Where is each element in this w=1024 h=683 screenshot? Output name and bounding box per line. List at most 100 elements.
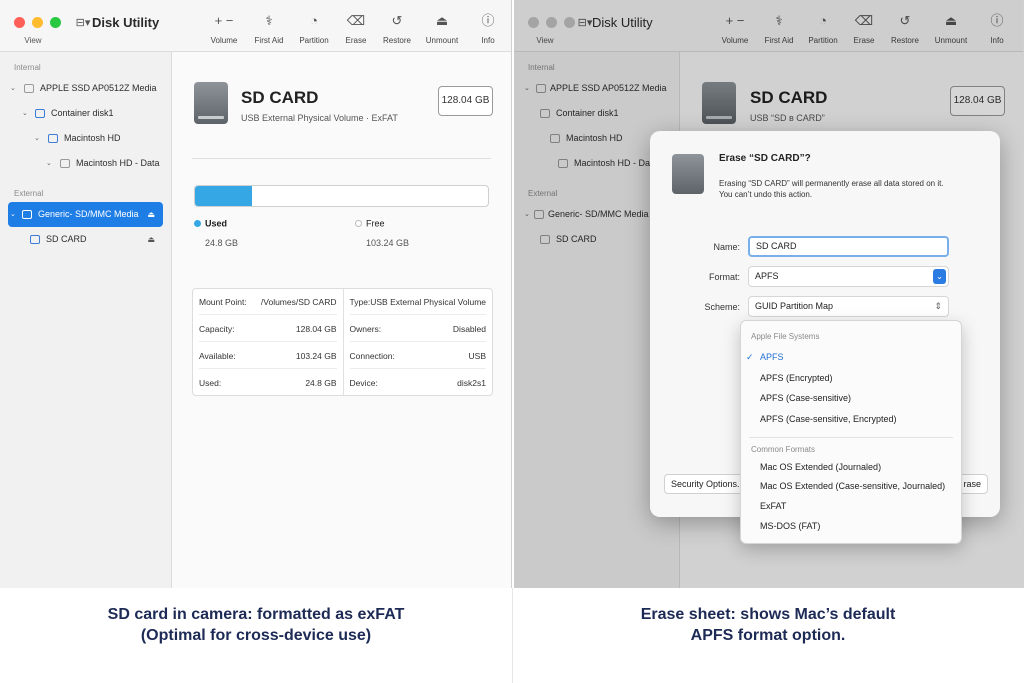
format-label: Format: [708, 272, 740, 282]
chevron-down-icon[interactable]: ⌄ [46, 151, 52, 176]
menu-item-mac-os-extended-case-sensitive[interactable]: Mac OS Extended (Case-sensitive, Journal… [760, 481, 945, 491]
chevron-down-icon[interactable]: ⌄ [10, 76, 16, 101]
unmount-button[interactable]: ⏏ Unmount [418, 12, 466, 45]
sd-card-disk-icon [672, 154, 704, 194]
usage-bar-used-fill [195, 186, 252, 206]
menu-separator [749, 437, 953, 438]
container-icon [540, 109, 550, 118]
sidebar-item-generic-sd[interactable]: ⌄ Generic- SD/MMC Media ⏏ [8, 202, 163, 227]
format-dropdown-menu: Apple File Systems ✓ APFS APFS (Encrypte… [740, 320, 962, 544]
info-row: Connection: USB [349, 343, 486, 369]
view-label: View [536, 36, 554, 45]
menu-item-apfs[interactable]: APFS [760, 352, 784, 362]
info-row: Capacity: 128.04 GB [199, 316, 337, 342]
info-row: Mount Point:/Volumes/SD CARD [199, 289, 337, 315]
chevron-down-icon[interactable]: ⌄ [10, 202, 16, 227]
format-popup[interactable]: APFS ⌄ [748, 266, 949, 287]
caption-right: Erase sheet: shows Mac’s default APFS fo… [512, 604, 1024, 646]
stethoscope-icon: ⚕ [265, 13, 273, 28]
partition-button[interactable]: ◔ Partition [292, 12, 336, 45]
minimize-window-button[interactable] [546, 17, 557, 28]
usage-bar [194, 185, 489, 207]
menu-item-apfs-case-sensitive-encrypted[interactable]: APFS (Case-sensitive, Encrypted) [760, 414, 897, 424]
disk-utility-window-left: ⊟▾ View Disk Utility + − Volume ⚕ First … [0, 0, 512, 588]
scheme-popup[interactable]: GUID Partition Map ⇕ [748, 296, 949, 317]
used-dot-icon [194, 220, 201, 228]
sidebar-item-macintosh-hd-data[interactable]: ⌄ Macintosh HD - Data [0, 151, 171, 176]
traffic-lights [14, 17, 61, 28]
checkmark-icon: ✓ [746, 352, 754, 362]
volume-icon [550, 134, 560, 143]
view-label: View [24, 36, 42, 45]
container-icon [35, 109, 45, 118]
erase-button[interactable]: ⌫ Erase [844, 12, 884, 45]
name-field[interactable]: SD CARD [748, 236, 949, 257]
security-options-button[interactable]: Security Options... [664, 474, 752, 494]
menu-item-mac-os-extended-journaled[interactable]: Mac OS Extended (Journaled) [760, 462, 881, 472]
info-icon: ⓘ [481, 13, 495, 28]
capacity-badge: 128.04 GB [950, 86, 1005, 116]
info-button[interactable]: ⓘ Info [466, 12, 510, 45]
free-dot-icon [355, 220, 362, 228]
stethoscope-icon: ⚕ [775, 13, 783, 28]
volume-title: SD CARD [241, 88, 319, 107]
volume-button[interactable]: + − Volume [714, 12, 756, 45]
chevron-down-icon[interactable]: ⌄ [524, 202, 530, 227]
info-button[interactable]: ⓘ Info [976, 12, 1018, 45]
unmount-icon: ⏏ [944, 13, 958, 28]
menu-item-apfs-case-sensitive[interactable]: APFS (Case-sensitive) [760, 393, 851, 403]
info-row: Device: disk2s1 [349, 378, 487, 388]
restore-button[interactable]: ↺ Restore [376, 12, 418, 45]
erase-sheet-description: Erasing “SD CARD” will permanently erase… [719, 179, 944, 199]
plus-minus-icon: + − [214, 13, 234, 28]
volume-icon [60, 159, 70, 168]
info-icon: ⓘ [990, 13, 1004, 28]
sidebar-item-apple-ssd[interactable]: ⌄ APPLE SSD AP0512Z Media [514, 76, 679, 101]
updown-chevron-icon: ⇕ [934, 301, 942, 311]
partition-button[interactable]: ◔ Partition [802, 12, 844, 45]
chevron-down-icon[interactable]: ⌄ [524, 76, 530, 101]
close-window-button[interactable] [14, 17, 25, 28]
minimize-window-button[interactable] [32, 17, 43, 28]
sidebar-item-container[interactable]: Container disk1 [514, 101, 679, 126]
info-row: Used: 24.8 GB [199, 378, 337, 388]
caption-right-line1: Erase sheet: shows Mac’s default [640, 606, 896, 623]
restore-icon: ↺ [391, 13, 403, 28]
external-disk-icon [22, 210, 32, 219]
zoom-window-button[interactable] [50, 17, 61, 28]
toolbar: ⊟▾ View Disk Utility + − Volume ⚕ First … [0, 0, 511, 52]
info-table: Mount Point:/Volumes/SD CARD Capacity: 12… [192, 288, 493, 396]
pie-icon: ◔ [310, 13, 318, 28]
menu-header-common: Common Formats [751, 445, 816, 454]
unmount-icon: ⏏ [435, 13, 449, 28]
menu-item-exfat[interactable]: ExFAT [760, 501, 786, 511]
caption-left-line1: SD card in camera: formatted as exFAT [107, 606, 405, 623]
sidebar-item-apple-ssd[interactable]: ⌄ APPLE SSD AP0512Z Media [0, 76, 171, 101]
sidebar-item-sd-card[interactable]: SD CARD ⏏ [0, 227, 171, 252]
sidebar-header-internal: Internal [528, 63, 555, 72]
sidebar-item-macintosh-hd[interactable]: ⌄ Macintosh HD [0, 126, 171, 151]
chevron-down-icon[interactable]: ⌄ [34, 126, 40, 151]
scheme-label: Scheme: [704, 302, 740, 312]
sidebar-item-container[interactable]: ⌄ Container disk1 [0, 101, 171, 126]
menu-item-apfs-encrypted[interactable]: APFS (Encrypted) [760, 373, 833, 383]
divider [192, 158, 491, 159]
caption-left: SD card in camera: formatted as exFAT (O… [0, 604, 512, 646]
volume-button[interactable]: + − Volume [202, 12, 246, 45]
sidebar: Internal ⌄ APPLE SSD AP0512Z Media ⌄ Con… [0, 52, 172, 588]
eject-icon[interactable]: ⏏ [147, 227, 155, 252]
volume-icon [558, 159, 568, 168]
legend-used: Used 24.8 GB [194, 218, 238, 248]
close-window-button[interactable] [528, 17, 539, 28]
name-label: Name: [713, 242, 740, 252]
plus-minus-icon: + − [725, 13, 745, 28]
unmount-button[interactable]: ⏏ Unmount [926, 12, 976, 45]
first-aid-button[interactable]: ⚕ First Aid [756, 12, 802, 45]
eject-icon[interactable]: ⏏ [147, 202, 155, 227]
chevron-down-icon[interactable]: ⌄ [22, 101, 28, 126]
restore-button[interactable]: ↺ Restore [884, 12, 926, 45]
first-aid-button[interactable]: ⚕ First Aid [246, 12, 292, 45]
menu-item-ms-dos-fat[interactable]: MS-DOS (FAT) [760, 521, 820, 531]
erase-button[interactable]: ⌫ Erase [336, 12, 376, 45]
sidebar-header-internal: Internal [14, 63, 41, 72]
